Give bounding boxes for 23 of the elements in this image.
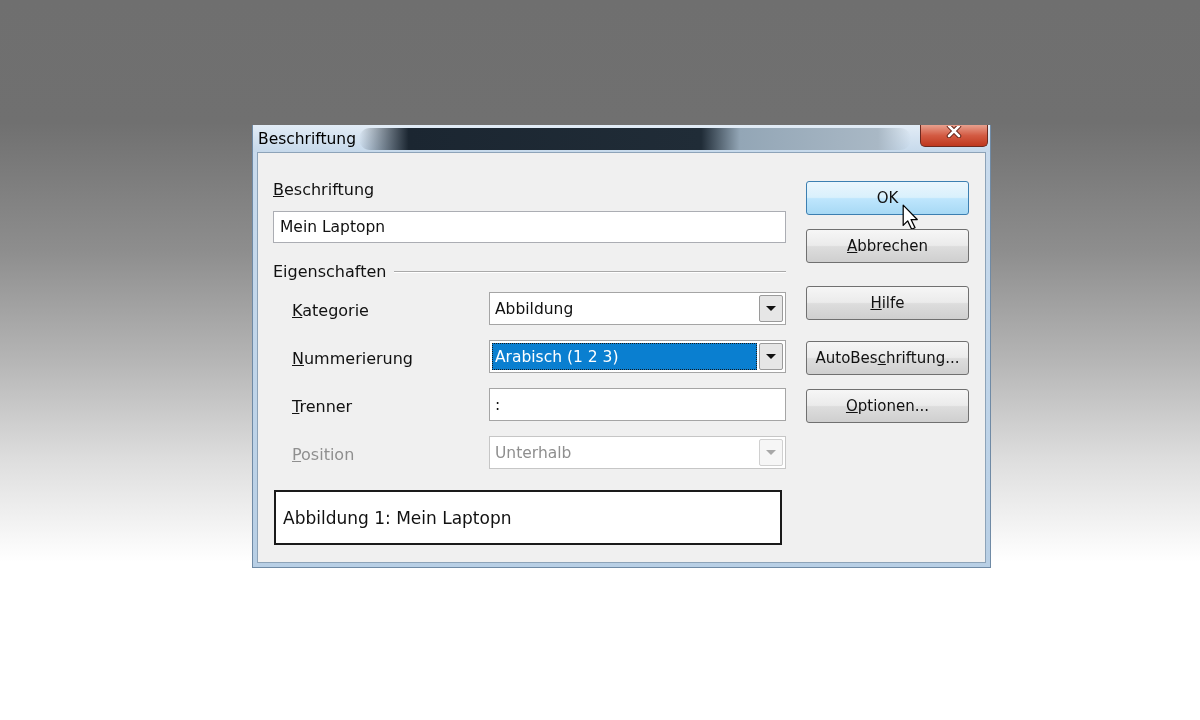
caret-icon	[759, 295, 783, 322]
close-icon	[946, 126, 962, 138]
field-label: Beschriftung	[273, 180, 375, 200]
text-field[interactable]: Mein Laptopn	[273, 211, 786, 243]
caret-icon	[759, 439, 783, 466]
text-field[interactable]: :	[489, 388, 786, 421]
field-label: Trenner	[292, 396, 353, 417]
pointer-cursor-icon	[902, 204, 919, 231]
field-label: Position	[292, 444, 355, 465]
caret-icon	[759, 343, 783, 370]
field-label: Nummerierung	[292, 348, 413, 369]
field-label: Kategorie	[292, 300, 369, 321]
close-button[interactable]	[920, 125, 988, 147]
dropdown[interactable]: Arabisch (1 2 3)	[489, 340, 786, 373]
dialog-button[interactable]: AutoBeschriftung...	[806, 341, 969, 375]
dialog-button[interactable]: Optionen...	[806, 389, 969, 423]
section-heading: Eigenschaften	[273, 262, 387, 282]
dialog-button[interactable]: Abbrechen	[806, 229, 969, 263]
dialog-button[interactable]: OK	[806, 181, 969, 215]
caption-preview: Abbildung 1: Mein Laptopn	[274, 490, 782, 545]
window-title: Beschriftung	[258, 129, 357, 148]
dialog-button[interactable]: Hilfe	[806, 286, 969, 320]
dropdown[interactable]: Abbildung	[489, 292, 786, 325]
